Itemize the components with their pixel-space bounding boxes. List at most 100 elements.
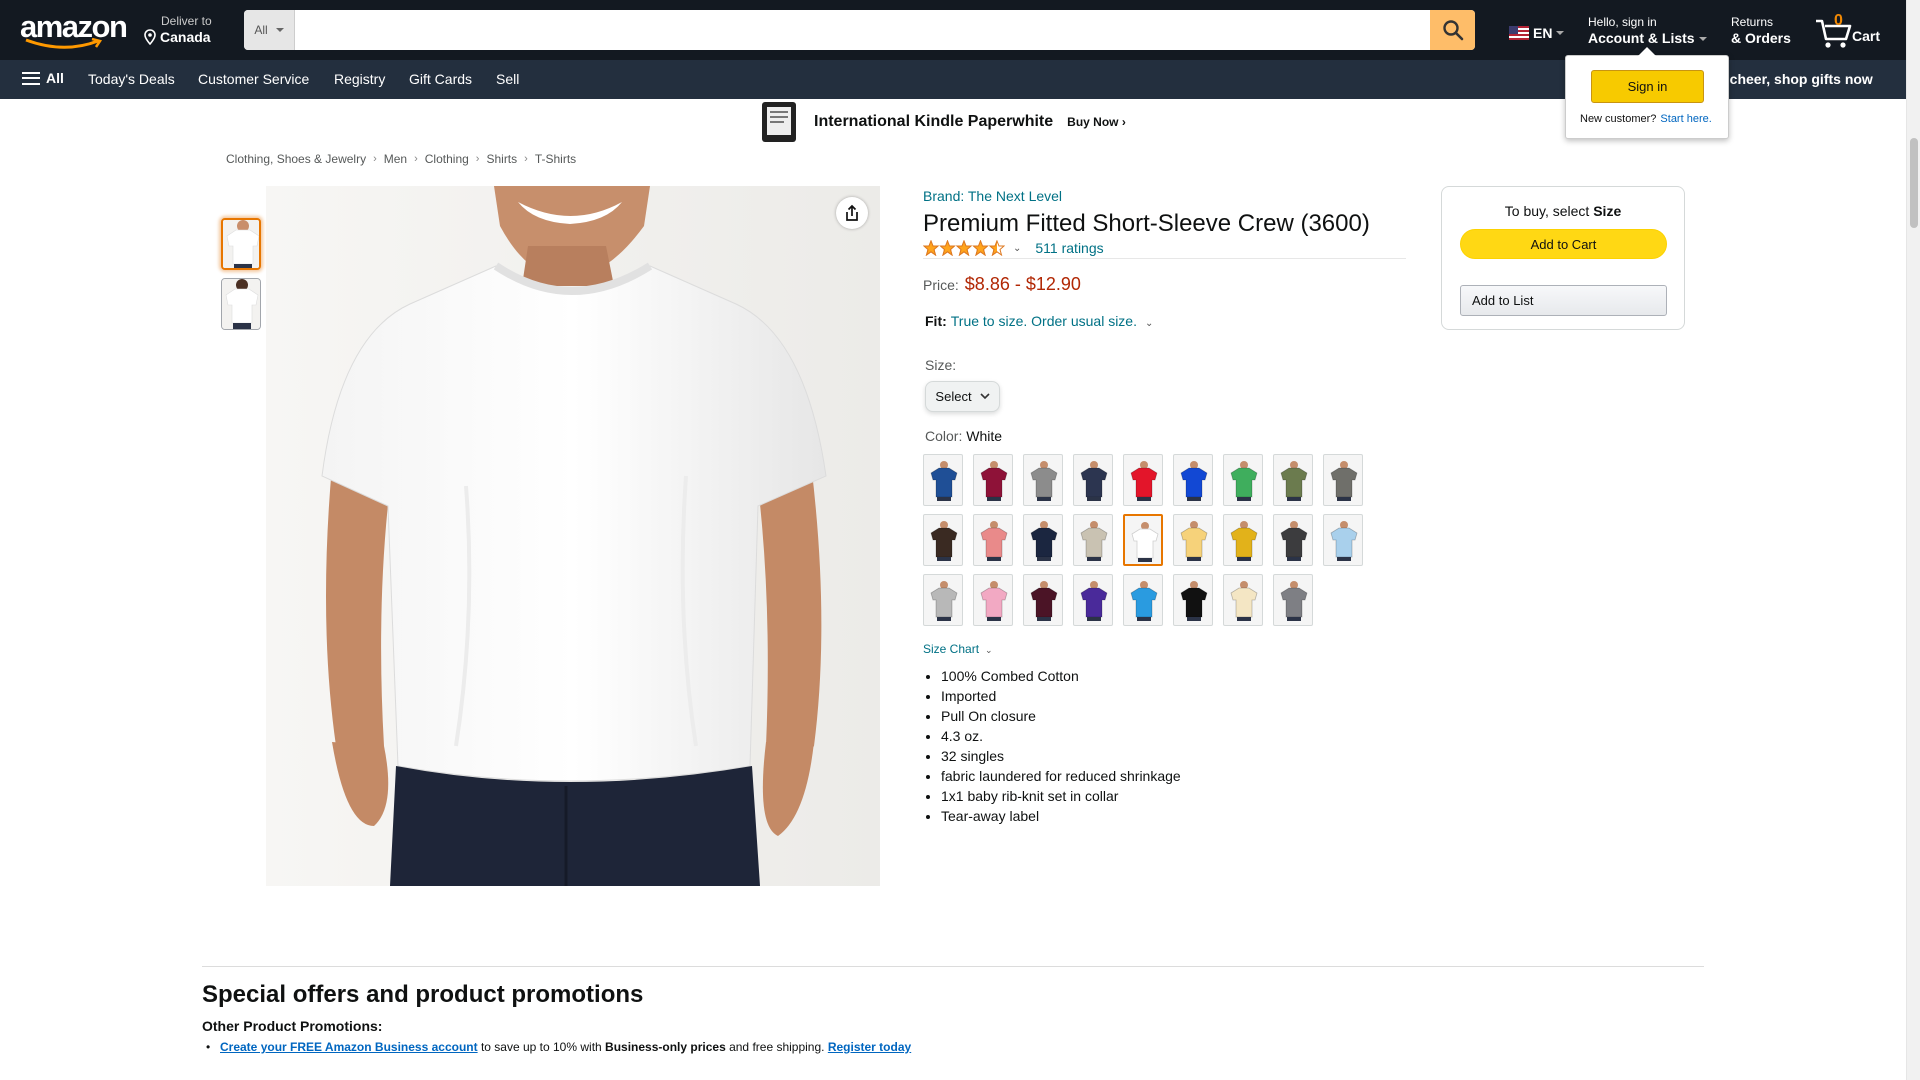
size-chart-link[interactable]: Size Chart ⌄ [923,642,993,656]
search-button[interactable] [1430,10,1475,50]
color-swatch[interactable] [1173,454,1213,506]
deliver-to[interactable]: Deliver to Canada [142,14,212,46]
color-swatch[interactable] [1073,574,1113,626]
color-swatch[interactable] [1173,514,1213,566]
list-item: Imported [941,686,1181,706]
breadcrumb-item[interactable]: T-Shirts [535,152,576,166]
page-scrollbar[interactable] [1906,0,1920,1080]
breadcrumb-separator: › [373,153,377,165]
chevron-down-icon[interactable]: ⌄ [1013,243,1021,254]
promotion-text: and free shipping. [725,1040,828,1054]
color-swatch[interactable] [1123,574,1163,626]
search-category-label: All [254,23,268,37]
register-today-link[interactable]: Register today [828,1040,911,1054]
tshirt-icon [1030,581,1058,621]
breadcrumb-item[interactable]: Men [384,152,407,166]
color-swatch[interactable] [973,454,1013,506]
nav-item-customer-service[interactable]: Customer Service [198,71,309,87]
search-bar: All [244,10,1475,50]
color-swatch[interactable] [1223,514,1263,566]
ratings-count-link[interactable]: 511 ratings [1035,240,1103,256]
tshirt-icon [1130,581,1158,621]
scrollbar-thumb[interactable] [1910,138,1918,228]
color-swatch[interactable] [973,514,1013,566]
promotion-text: to save up to 10% with [477,1040,606,1054]
tshirt-icon [1080,461,1108,501]
tshirt-icon [1330,461,1358,501]
search-category-dropdown[interactable]: All [244,10,295,50]
color-swatch[interactable] [1073,514,1113,566]
list-item: 32 singles [941,746,1181,766]
color-swatch[interactable] [1023,514,1063,566]
color-label-prefix: Color: [925,428,963,444]
color-swatch[interactable] [923,514,963,566]
nav-item-todays-deals[interactable]: Today's Deals [88,71,175,87]
all-menu-label: All [46,70,64,86]
color-swatch[interactable] [1023,574,1063,626]
star-icon [939,240,956,256]
chevron-down-icon[interactable]: ⌄ [1145,318,1153,329]
location-pin-icon [144,29,156,45]
banner-buy-now[interactable]: Buy Now › [1067,115,1126,129]
new-customer-label: New customer? [1580,113,1657,125]
list-item: fabric laundered for reduced shrinkage [941,766,1181,786]
amazon-smile-icon [25,38,103,49]
all-menu-button[interactable]: All [22,70,64,86]
breadcrumb-item[interactable]: Shirts [486,152,517,166]
tshirt-icon [1330,521,1358,561]
cart-count: 0 [1834,12,1843,29]
color-swatch[interactable] [923,574,963,626]
color-swatch[interactable] [923,454,963,506]
thumbnail-front[interactable] [221,218,261,270]
color-swatch[interactable] [1273,574,1313,626]
thumbnail-back[interactable] [221,278,261,330]
share-icon [846,204,858,221]
breadcrumb-item[interactable]: Clothing [425,152,469,166]
nav-item-sell[interactable]: Sell [496,71,519,87]
business-account-link[interactable]: Create your FREE Amazon Business account [220,1040,478,1054]
size-dropdown[interactable]: Select [925,381,1000,412]
nav-item-registry[interactable]: Registry [334,71,385,87]
color-swatch[interactable] [1273,514,1313,566]
color-swatch[interactable] [1223,574,1263,626]
add-to-cart-button[interactable]: Add to Cart [1460,229,1667,259]
color-swatch[interactable] [1173,574,1213,626]
share-button[interactable] [836,197,868,229]
list-item: 1x1 baby rib-knit set in collar [941,786,1181,806]
amazon-logo[interactable]: amazon [20,11,128,49]
language-selector[interactable]: EN [1509,25,1565,41]
returns-orders-link[interactable]: Returns & Orders [1731,15,1791,47]
search-input[interactable] [295,10,1430,50]
signin-button[interactable]: Sign in [1591,70,1704,103]
color-swatch[interactable] [1123,454,1163,506]
star-rating-icon[interactable] [923,240,1005,256]
nav-item-gift-cards[interactable]: Gift Cards [409,71,472,87]
breadcrumb-item[interactable]: Clothing, Shoes & Jewelry [226,152,366,166]
color-swatch[interactable] [1223,454,1263,506]
kindle-device-icon [760,102,800,142]
offers-subheading: Other Product Promotions: [202,1018,383,1034]
banner-title: International Kindle Paperwhite [814,113,1054,130]
fit-link[interactable]: True to size. Order usual size. [951,313,1137,329]
color-swatch[interactable] [1273,454,1313,506]
add-to-list-button[interactable]: Add to List [1460,285,1667,316]
cart-button[interactable]: 0 Cart [1814,11,1884,51]
color-swatch[interactable] [1023,454,1063,506]
color-swatch[interactable] [1323,514,1363,566]
cart-label: Cart [1852,28,1881,44]
color-swatch[interactable] [1073,454,1113,506]
start-here-link[interactable]: Start here. [1660,113,1711,125]
color-swatch[interactable] [1323,454,1363,506]
tshirt-icon [1230,581,1258,621]
account-lists-menu[interactable]: Hello, sign in Account & Lists [1588,15,1707,47]
nav-promo-link[interactable]: e cheer, shop gifts now [1718,71,1873,87]
tshirt-icon [930,521,958,561]
feature-bullets: 100% Combed Cotton Imported Pull On clos… [941,666,1181,826]
product-main-image[interactable] [266,186,880,886]
kindle-banner[interactable]: International Kindle Paperwhite Buy Now … [760,102,1126,142]
color-swatch[interactable] [1123,514,1163,566]
deliver-country: Canada [160,29,211,45]
color-swatch[interactable] [973,574,1013,626]
brand-link[interactable]: Brand: The Next Level [923,188,1062,204]
size-dropdown-value: Select [935,389,972,404]
